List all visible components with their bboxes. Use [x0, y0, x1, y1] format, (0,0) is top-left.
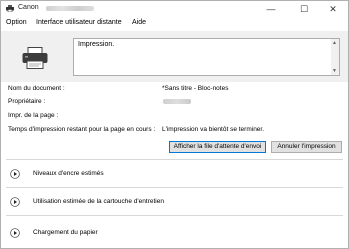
- scroll-up-icon[interactable]: ▲: [332, 40, 337, 46]
- section-ink-levels[interactable]: Niveaux d'encre estimés: [1, 167, 348, 181]
- menu-remote-ui[interactable]: Interface utilisateur distante: [36, 19, 122, 26]
- document-name-value: *Sans titre - Bloc-notes: [162, 85, 229, 92]
- divider: [6, 215, 343, 216]
- expand-play-icon[interactable]: [10, 169, 20, 179]
- divider: [6, 159, 343, 160]
- printing-page-label: Impr. de la page :: [8, 112, 59, 119]
- redacted-owner-value: [163, 99, 191, 104]
- time-remaining-label: Temps d'impression restant pour la page …: [8, 126, 156, 133]
- expand-play-icon[interactable]: [10, 228, 20, 238]
- expand-play-icon[interactable]: [10, 197, 20, 207]
- menu-bar: Option Interface utilisateur distante Ai…: [1, 18, 348, 30]
- time-remaining-value: L'impression va bientôt se terminer.: [162, 126, 265, 133]
- status-message: Impression.: [78, 41, 115, 48]
- section-label: Chargement du papier: [33, 229, 98, 236]
- divider: [6, 187, 343, 188]
- window-title: Canon: [18, 4, 39, 11]
- close-button[interactable]: ✕: [318, 1, 348, 17]
- section-maintenance-cartridge[interactable]: Utilisation estimée de la cartouche d'en…: [1, 195, 348, 209]
- status-panel: Impression. ▲ ▼: [1, 31, 348, 82]
- printer-app-icon: [6, 5, 14, 12]
- printer-icon: [22, 47, 48, 69]
- owner-label: Propriétaire :: [8, 98, 46, 105]
- section-label: Utilisation estimée de la cartouche d'en…: [33, 198, 164, 205]
- section-label: Niveaux d'encre estimés: [33, 170, 104, 177]
- redacted-printer-name: [46, 6, 94, 11]
- cancel-printing-button[interactable]: Annuler l'impression: [271, 141, 342, 153]
- document-name-label: Nom du document :: [8, 85, 65, 92]
- minimize-button[interactable]: —: [256, 1, 286, 17]
- menu-help[interactable]: Aide: [132, 19, 146, 26]
- title-bar: Canon — ☐ ✕: [1, 1, 348, 18]
- status-message-box[interactable]: Impression. ▲ ▼: [73, 38, 340, 76]
- canon-status-monitor-window: Canon — ☐ ✕ Option Interface utilisateur…: [0, 0, 349, 249]
- section-paper-loading[interactable]: Chargement du papier: [1, 226, 348, 240]
- maximize-button[interactable]: ☐: [289, 1, 319, 17]
- scroll-down-icon[interactable]: ▼: [332, 68, 337, 74]
- status-scrollbar[interactable]: ▲ ▼: [331, 39, 339, 75]
- show-send-queue-button[interactable]: Afficher la file d'attente d'envoi: [169, 141, 266, 153]
- menu-option[interactable]: Option: [6, 19, 27, 26]
